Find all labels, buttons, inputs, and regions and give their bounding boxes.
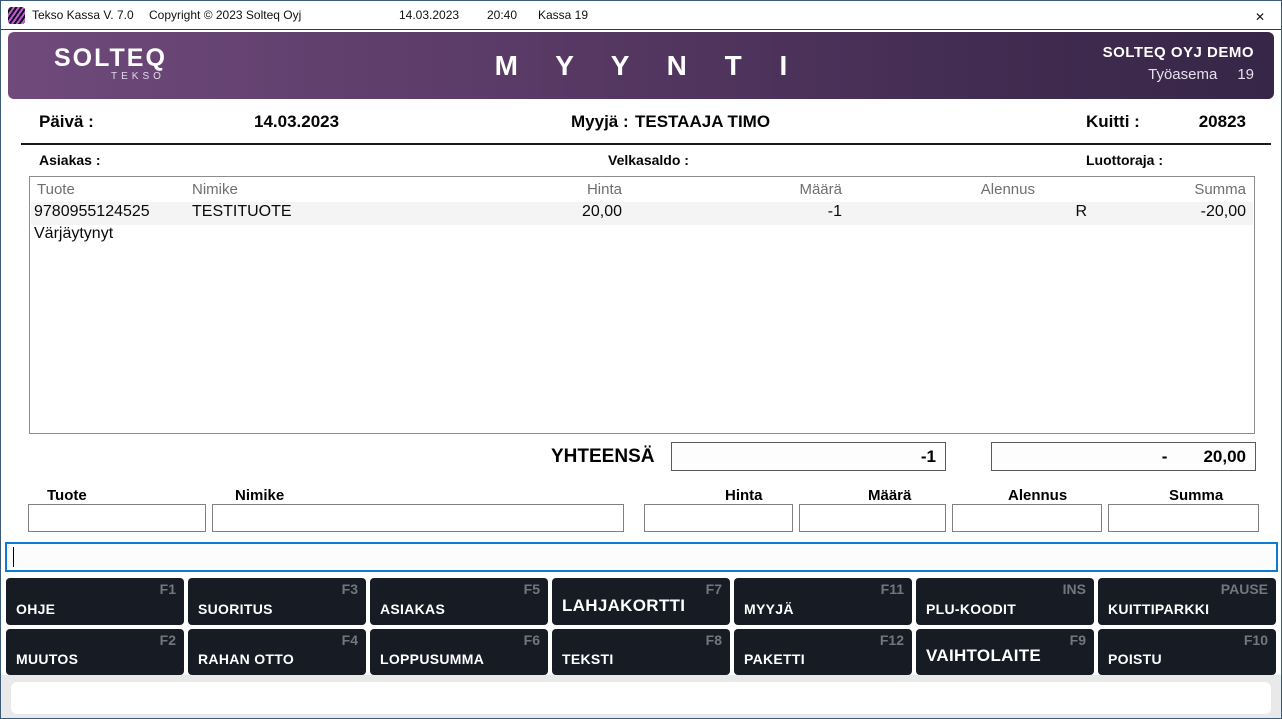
debt-label: Velkasaldo : xyxy=(608,152,689,168)
customer-label: Asiakas : xyxy=(39,152,100,168)
titlebar-date: 14.03.2023 xyxy=(399,8,459,22)
loppusumma-button[interactable]: F6 LOPPUSUMMA xyxy=(370,629,548,675)
credit-label: Luottoraja : xyxy=(1086,152,1163,168)
close-icon[interactable]: ✕ xyxy=(1255,8,1265,26)
fkey-label: F10 xyxy=(1244,632,1268,648)
myyja-button[interactable]: F11 MYYJÄ xyxy=(734,578,912,625)
row-price: 20,00 xyxy=(422,203,622,221)
kuittiparkki-button[interactable]: PAUSE KUITTIPARKKI xyxy=(1098,578,1276,625)
fkey-label: INS xyxy=(1063,581,1086,597)
workstation-label: Työasema xyxy=(1148,66,1217,83)
date-value: 14.03.2023 xyxy=(254,112,339,132)
asiakas-button[interactable]: F5 ASIAKAS xyxy=(370,578,548,625)
totals-label: YHTEENSÄ xyxy=(551,446,654,468)
col-header-alennus: Alennus xyxy=(835,181,1035,198)
alennus-input[interactable] xyxy=(952,504,1102,532)
nimike-input[interactable] xyxy=(212,504,624,532)
copyright-text: Copyright © 2023 Solteq Oyj xyxy=(149,8,301,22)
seller-value: TESTAAJA TIMO xyxy=(635,112,770,132)
col-header-maara: Määrä xyxy=(642,181,842,198)
total-quantity-box: -1 xyxy=(671,442,946,471)
store-info: SOLTEQ OYJ DEMO Työasema 19 xyxy=(1103,44,1254,83)
register-id: Kassa 19 xyxy=(538,8,588,22)
row-note: Värjäytynyt xyxy=(34,225,113,243)
window-title: Tekso Kassa V. 7.0 xyxy=(32,8,134,22)
fkey-label: F1 xyxy=(160,581,176,597)
row-product-name: TESTITUOTE xyxy=(192,203,292,221)
fkey-label: F9 xyxy=(1070,632,1086,648)
fkey-label: F4 xyxy=(342,632,358,648)
row-product-code: 9780955124525 xyxy=(34,203,150,221)
entry-label-nimike: Nimike xyxy=(235,487,284,504)
status-bar xyxy=(11,682,1271,714)
workstation-number: 19 xyxy=(1237,66,1254,83)
total-sum-box: - 20,00 xyxy=(991,442,1256,471)
muutos-button[interactable]: F2 MUUTOS xyxy=(6,629,184,675)
function-button-grid: F1 OHJE F3 SUORITUS F5 ASIAKAS F7 LAHJAK… xyxy=(6,578,1276,675)
fkey-label: F7 xyxy=(706,581,722,597)
seller-label: Myyjä : xyxy=(571,112,629,132)
titlebar-time: 20:40 xyxy=(487,8,517,22)
lahjakortti-button[interactable]: F7 LAHJAKORTTI xyxy=(552,578,730,625)
fkey-label: F6 xyxy=(524,632,540,648)
ohje-button[interactable]: F1 OHJE xyxy=(6,578,184,625)
sale-lines-table: Tuote Nimike Hinta Määrä Alennus Summa 9… xyxy=(29,176,1255,434)
titlebar: Tekso Kassa V. 7.0 Copyright © 2023 Solt… xyxy=(1,1,1281,30)
fkey-label: F8 xyxy=(706,632,722,648)
company-name: SOLTEQ OYJ DEMO xyxy=(1103,44,1254,61)
col-header-summa: Summa xyxy=(1046,181,1246,198)
total-quantity-value: -1 xyxy=(921,447,936,467)
status-strip xyxy=(1,675,1281,718)
workstation-info: Työasema 19 xyxy=(1103,66,1254,83)
text-cursor xyxy=(13,547,14,567)
total-sum-value: 20,00 xyxy=(1203,447,1246,467)
row-sum: -20,00 xyxy=(1046,203,1246,221)
fkey-label: F12 xyxy=(880,632,904,648)
entry-label-maara: Määrä xyxy=(868,487,911,504)
hinta-input[interactable] xyxy=(644,504,793,532)
row-quantity: -1 xyxy=(642,203,842,221)
fkey-label: F3 xyxy=(342,581,358,597)
maara-input[interactable] xyxy=(799,504,946,532)
entry-label-alennus: Alennus xyxy=(1008,487,1067,504)
page-title: M Y Y N T I xyxy=(8,50,1274,82)
tuote-input[interactable] xyxy=(28,504,206,532)
entry-label-summa: Summa xyxy=(1169,487,1223,504)
summa-input[interactable] xyxy=(1108,504,1259,532)
fkey-label: PAUSE xyxy=(1221,581,1268,597)
suoritus-button[interactable]: F3 SUORITUS xyxy=(188,578,366,625)
date-label: Päivä : xyxy=(39,112,94,132)
paketti-button[interactable]: F12 PAKETTI xyxy=(734,629,912,675)
app-window: Tekso Kassa V. 7.0 Copyright © 2023 Solt… xyxy=(0,0,1282,719)
vaihtolaite-button[interactable]: F9 VAIHTOLAITE xyxy=(916,629,1094,675)
col-header-hinta: Hinta xyxy=(422,181,622,198)
col-header-tuote: Tuote xyxy=(37,181,75,198)
entry-label-tuote: Tuote xyxy=(47,487,87,504)
divider-line xyxy=(21,143,1271,145)
entry-label-hinta: Hinta xyxy=(725,487,763,504)
total-sum-sign: - xyxy=(1162,447,1168,467)
poistu-button[interactable]: F10 POISTU xyxy=(1098,629,1276,675)
teksti-button[interactable]: F8 TEKSTI xyxy=(552,629,730,675)
command-input[interactable] xyxy=(5,542,1278,572)
app-icon xyxy=(8,7,25,24)
fkey-label: F5 xyxy=(524,581,540,597)
col-header-nimike: Nimike xyxy=(192,181,238,198)
rahan-otto-button[interactable]: F4 RAHAN OTTO xyxy=(188,629,366,675)
fkey-label: F11 xyxy=(881,581,904,597)
fkey-label: F2 xyxy=(160,632,176,648)
sale-header-banner: SOLTEQ TEKSO M Y Y N T I SOLTEQ OYJ DEMO… xyxy=(8,32,1274,99)
receipt-number: 20823 xyxy=(1046,112,1246,132)
plu-koodit-button[interactable]: INS PLU-KOODIT xyxy=(916,578,1094,625)
